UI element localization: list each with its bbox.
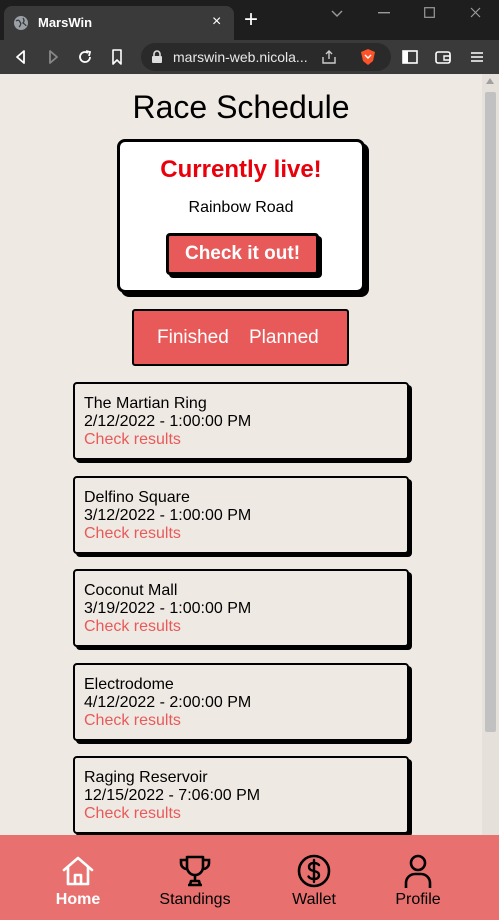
nav-label: Home [55,891,101,908]
bottom-navigation: Home Standings Wallet Profile [0,835,499,920]
tab-title: MarsWin [38,15,93,30]
new-tab-button[interactable]: + [244,8,258,32]
race-date: 12/15/2022 - 7:06:00 PM [84,787,261,804]
page-content: Race Schedule Currently live! Rainbow Ro… [0,74,482,920]
sidebar-icon[interactable] [400,47,420,67]
scrollbar-thumb[interactable] [485,92,496,732]
race-date: 4/12/2022 - 2:00:00 PM [84,694,252,711]
forward-icon[interactable] [43,47,63,67]
race-card: The Martian Ring 2/12/2022 - 1:00:00 PM … [73,382,409,460]
home-icon [62,856,94,886]
check-results-link[interactable]: Check results [84,805,181,823]
browser-toolbar: marswin-web.nicola... [0,40,499,74]
race-date: 3/12/2022 - 1:00:00 PM [84,507,252,524]
check-results-link[interactable]: Check results [84,712,181,730]
live-track-name: Rainbow Road [188,199,294,216]
tab-bar: MarsWin × + [0,0,499,40]
menu-icon[interactable] [467,47,487,67]
reload-icon[interactable] [75,47,95,67]
dollar-coin-icon [297,854,331,888]
race-card: Coconut Mall 3/19/2022 - 1:00:00 PM Chec… [73,569,409,647]
bookmark-icon[interactable] [107,47,127,67]
lock-icon [152,50,162,63]
nav-label: Profile [395,891,441,908]
window-close-icon[interactable] [470,7,481,18]
nav-label: Standings [159,891,231,908]
check-results-link[interactable]: Check results [84,618,181,636]
person-icon [404,854,432,888]
chevron-down-icon[interactable] [331,10,343,18]
race-name: Delfino Square [84,489,190,506]
race-name: Raging Reservoir [84,769,208,786]
live-race-card: Currently live! Rainbow Road Check it ou… [117,139,365,293]
nav-profile[interactable]: Profile [380,835,456,920]
nav-label: Wallet [292,891,336,908]
scroll-up-icon[interactable] [486,78,494,84]
race-name: Electrodome [84,676,174,693]
browser-chrome: MarsWin × + marswin-web.nicola... [0,0,499,74]
brave-shield-icon[interactable] [359,48,377,66]
check-results-link[interactable]: Check results [84,525,181,543]
nav-home[interactable]: Home [40,835,116,920]
globe-icon [14,16,28,30]
page-title: Race Schedule [132,89,350,125]
race-card: Delfino Square 3/12/2022 - 1:00:00 PM Ch… [73,476,409,554]
nav-wallet[interactable]: Wallet [276,835,352,920]
close-tab-icon[interactable]: × [212,13,221,31]
race-card: Electrodome 4/12/2022 - 2:00:00 PM Check… [73,663,409,741]
filter-finished[interactable]: Finished [157,327,229,349]
minimize-icon[interactable] [378,12,390,14]
filter-planned[interactable]: Planned [249,327,319,349]
race-date: 3/19/2022 - 1:00:00 PM [84,600,252,617]
wallet-icon[interactable] [433,47,453,67]
race-card: Raging Reservoir 12/15/2022 - 7:06:00 PM… [73,756,409,834]
address-bar[interactable]: marswin-web.nicola... [141,43,391,71]
check-it-out-button[interactable]: Check it out! [166,233,319,275]
nav-standings[interactable]: Standings [150,835,240,920]
browser-tab[interactable]: MarsWin × [4,6,234,40]
share-icon[interactable] [321,49,337,65]
maximize-icon[interactable] [424,7,435,18]
url-text: marswin-web.nicola... [173,49,308,65]
back-icon[interactable] [11,47,31,67]
race-name: The Martian Ring [84,395,207,412]
race-date: 2/12/2022 - 1:00:00 PM [84,413,252,430]
page-scrollbar[interactable] [482,74,499,920]
check-results-link[interactable]: Check results [84,431,181,449]
live-heading: Currently live! [160,156,322,183]
race-filter-toggle: Finished Planned [132,309,349,366]
trophy-icon [179,855,211,887]
race-name: Coconut Mall [84,582,178,599]
